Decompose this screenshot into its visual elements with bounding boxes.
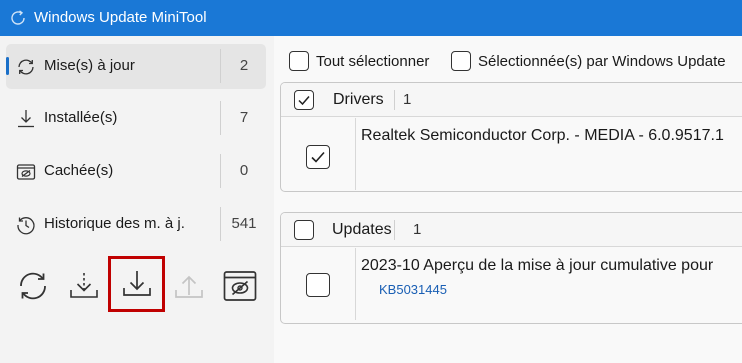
window-title: Windows Update MiniTool (34, 9, 207, 26)
select-by-wu-checkbox[interactable] (451, 51, 471, 71)
sidebar-item-updates[interactable]: Mise(s) à jour 2 (6, 44, 266, 89)
sidebar-item-hidden[interactable]: Cachée(s) 0 (6, 149, 266, 194)
hide-update-button[interactable] (214, 262, 266, 310)
download-install-icon (122, 271, 151, 296)
sidebar-item-label: Historique des m. à j. (44, 215, 185, 232)
update-list-panel: Tout sélectionner Sélectionnée(s) par Wi… (274, 36, 742, 363)
update-item-checkbox[interactable] (306, 273, 330, 297)
check-download-button[interactable] (58, 262, 110, 310)
sidebar: Mise(s) à jour 2 Installée(s) 7 Cachée(s… (0, 36, 274, 363)
hide-update-icon (223, 271, 257, 301)
group-checkbox[interactable] (294, 90, 314, 110)
history-icon (17, 217, 35, 235)
hidden-icon (16, 164, 36, 180)
divider (355, 248, 356, 320)
sidebar-item-history[interactable]: Historique des m. à j. 541 (6, 202, 266, 247)
sidebar-item-label: Installée(s) (44, 109, 118, 126)
refresh-icon (20, 272, 46, 300)
divider (355, 118, 356, 190)
group-checkbox[interactable] (294, 220, 314, 240)
update-group-drivers: Drivers 1 Realtek Semiconductor Corp. - … (280, 82, 742, 192)
sidebar-item-count: 7 (239, 109, 249, 126)
download-install-button[interactable] (108, 256, 165, 312)
group-header: Drivers 1 (281, 83, 742, 117)
divider (220, 154, 221, 188)
checkmark-icon (298, 96, 310, 106)
group-name: Drivers (333, 91, 384, 108)
divider (220, 49, 221, 83)
selection-indicator (6, 57, 9, 75)
app-refresh-icon (11, 10, 25, 25)
group-count: 1 (403, 91, 412, 108)
select-by-wu-label: Sélectionnée(s) par Windows Update (478, 53, 726, 70)
sidebar-item-count: 0 (239, 162, 249, 179)
title-bar: Windows Update MiniTool (0, 0, 742, 36)
download-icon (18, 110, 34, 128)
divider (220, 101, 221, 135)
refresh-icon (18, 59, 34, 75)
checkmark-icon (311, 151, 325, 163)
upload-icon (175, 275, 203, 298)
divider (220, 207, 221, 241)
select-all-label: Tout sélectionner (316, 53, 430, 70)
group-header: Updates 1 (281, 213, 742, 247)
update-item-title[interactable]: Realtek Semiconductor Corp. - MEDIA - 6.… (361, 127, 724, 145)
sidebar-item-count: 2 (239, 57, 249, 74)
update-item-checkbox[interactable] (306, 145, 330, 169)
upload-button[interactable] (163, 262, 215, 310)
divider (394, 90, 395, 110)
sidebar-item-label: Cachée(s) (44, 162, 114, 179)
check-download-icon (70, 273, 98, 298)
update-group-updates: Updates 1 2023-10 Aperçu de la mise à jo… (280, 212, 742, 324)
group-name: Updates (332, 221, 392, 238)
update-item-kb-link[interactable]: KB5031445 (379, 282, 447, 298)
sidebar-item-label: Mise(s) à jour (44, 57, 135, 74)
sidebar-item-installed[interactable]: Installée(s) 7 (6, 96, 266, 141)
group-count: 1 (413, 221, 422, 238)
update-item-title[interactable]: 2023-10 Aperçu de la mise à jour cumulat… (361, 257, 713, 275)
sidebar-item-count: 541 (231, 215, 257, 232)
refresh-button[interactable] (7, 262, 59, 310)
divider (394, 220, 395, 240)
select-all-checkbox[interactable] (289, 51, 309, 71)
